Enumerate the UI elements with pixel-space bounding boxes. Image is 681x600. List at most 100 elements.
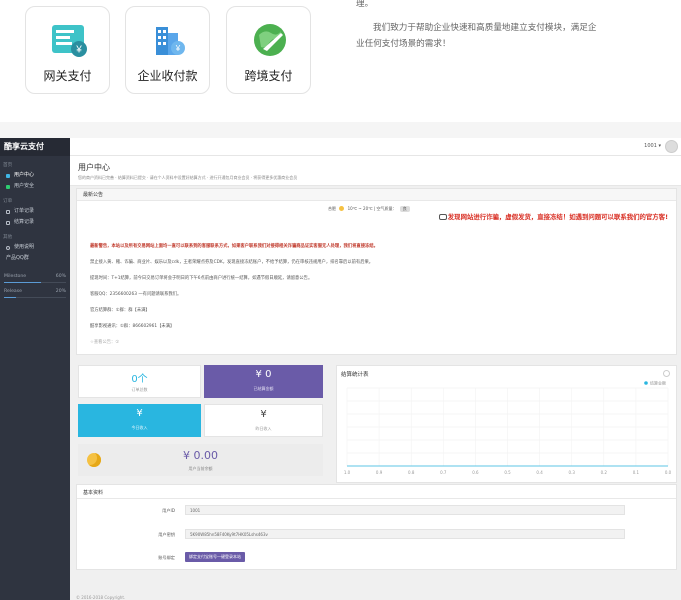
order-count-label: 订单总数: [131, 387, 148, 392]
screenshot-root: ¥ 网关支付 ¥ 企业收付款 跨境支付 理。 我们致力于帮助企业快速和高质量地建…: [0, 0, 681, 600]
sidebar-item-instructions[interactable]: 使用说明: [0, 242, 70, 253]
uid-field[interactable]: 1001: [185, 505, 625, 515]
info-icon: [6, 245, 10, 250]
chart-x-tick-label: 0.1: [633, 470, 640, 475]
profile-title: 基本资料: [83, 490, 104, 496]
air-quality-badge: 良: [399, 206, 410, 212]
settled-amount-value: ¥ 0: [255, 369, 272, 380]
sidebar-item-order-records[interactable]: 订单记录: [0, 206, 70, 217]
notice-line: 官方结算群：①群：群【未满】: [90, 308, 150, 313]
progress-bar: [4, 282, 66, 283]
notice-line: 客服QQ：2356600263 一有问题请联系我们。: [90, 292, 182, 297]
notice-line: 最新警告，本站以及所有交易网站上面均一直可以联系到的客服联系方式，如果客户联系我…: [90, 244, 378, 249]
sidebar-item-label: 使用说明: [14, 244, 35, 250]
sidebar-section-orders: 订单: [3, 199, 13, 204]
dashboard-app: 酷享云支付 首页 用户中心 用户安全 订单 订单记录 结算记录 其他 使用说明 …: [0, 138, 681, 600]
key-label: 用户密钥: [158, 532, 175, 537]
enterprise-payment-icon: ¥: [156, 27, 185, 55]
gateway-payment-card[interactable]: ¥ 网关支付: [25, 6, 110, 94]
sidebar-item-label: 用户中心: [14, 172, 35, 178]
weather-widget: 合肥 10℃ ~ 20℃ | 空气质量： 良: [328, 206, 410, 212]
uid-label: 用户ID: [162, 508, 175, 513]
notice-line: 提现时间：T+1结算，前今日交易订单将会于明日的下午6点前由商户进行统一结算，如…: [90, 276, 313, 281]
progress-label: Release: [4, 289, 22, 294]
marquee-text: 发现网站进行诈骗，虚假发货，直接冻结！如遇到问题可以联系我们的官方客!: [447, 213, 668, 221]
balance-card: ¥ 0.00 用户当前余额: [78, 444, 323, 476]
svg-text:¥: ¥: [175, 44, 181, 53]
bind-alipay-button[interactable]: 绑定支付宝账号一键登录本站: [185, 552, 245, 562]
section-gap: [0, 122, 681, 138]
yesterday-income-label: 昨日收入: [255, 426, 272, 431]
balance-value: ¥ 0.00: [183, 449, 218, 462]
notice-more-link[interactable]: ☆查看公告：①: [90, 339, 119, 345]
today-income-card: ¥ 今日收入: [78, 404, 201, 437]
cross-border-payment-card[interactable]: 跨境支付: [226, 6, 311, 94]
fraud-warning-marquee: 发现网站进行诈骗，虚假发货，直接冻结！如遇到问题可以联系我们的官方客!: [438, 212, 668, 221]
enterprise-payment-card[interactable]: ¥ 企业收付款: [125, 6, 210, 94]
chart-x-tick-label: 0.6: [472, 470, 479, 475]
today-income-label: 今日收入: [131, 425, 148, 430]
promo-text-line: 业任何支付场景的需求！: [356, 39, 451, 49]
settlement-chart-panel: 结算统计表 1.0 0.9 0.8 0.7 0.6 0.5 0.4 0.3 0.2 0.1 0.0 结…: [336, 365, 677, 483]
release-progress: Release 20%: [0, 287, 70, 298]
yesterday-income-value: ¥: [260, 409, 267, 420]
shield-icon: [6, 184, 10, 189]
chart-x-tick-label: 0.3: [569, 470, 576, 475]
order-count-card: 0个 订单总数: [78, 365, 201, 398]
user-icon: [6, 173, 10, 178]
cross-border-payment-icon: [254, 24, 286, 56]
notice-line: 酷享影视通讯：①群：866602961【未满】: [90, 324, 175, 329]
sun-icon: [339, 206, 345, 211]
promo-section: ¥ 网关支付 ¥ 企业收付款 跨境支付 理。 我们致力于帮助企业快速和高质量地建…: [0, 0, 681, 122]
sidebar-item-label: 用户安全: [14, 183, 35, 189]
sidebar-section-home: 首页: [3, 163, 13, 168]
sidebar-item-qq-group[interactable]: 产品QQ群: [0, 253, 70, 264]
bind-label: 账号绑定: [158, 555, 175, 560]
page-title: 用户中心: [78, 163, 110, 172]
chart-x-tick-label: 0.2: [601, 470, 608, 475]
progress-bar: [4, 297, 66, 298]
chart-x-tick-label: 0.8: [408, 470, 415, 475]
notice-line: 禁止接入黄、赌、诈骗、商业片、娱乐以及cdk，王者荣耀点券及CDK，发现直接冻结…: [90, 260, 374, 265]
chart-x-tick-label: 0.4: [536, 470, 543, 475]
page-subtitle: 您的商户资料已完善 · 结算资料已提交 · 请在个人资料中设置好结算方式 · 进…: [78, 175, 298, 180]
balance-label: 用户当前余额: [188, 466, 213, 471]
profile-panel: 基本资料 用户ID 1001 用户密钥 5K90W85hn58F40Ky9t7H…: [76, 484, 677, 570]
svg-text:¥: ¥: [75, 45, 82, 56]
grid-icon: [6, 220, 10, 225]
sidebar-section-other: 其他: [3, 235, 13, 240]
avatar[interactable]: [665, 140, 678, 153]
key-field[interactable]: 5K90W85hn58F40Ky9t7HK05Lshs463v: [185, 529, 625, 539]
brand-logo[interactable]: 酷享云支付: [0, 138, 70, 156]
chart-x-tick-label: 0.9: [376, 470, 383, 475]
divider: [77, 498, 676, 499]
top-navbar: 1001 ▾: [70, 138, 681, 156]
today-income-value: ¥: [136, 408, 143, 419]
chart-legend-label: 结算金额: [650, 380, 666, 386]
progress-value: 60%: [55, 274, 66, 279]
sidebar-item-label: 订单记录: [14, 208, 35, 214]
chart-legend-marker: [644, 381, 648, 385]
megaphone-icon: [438, 214, 447, 220]
progress-label: Milestone: [4, 274, 27, 279]
yesterday-income-card: ¥ 昨日收入: [204, 404, 323, 437]
order-count-value: 0个: [131, 374, 148, 385]
enterprise-payment-label: 企业收付款: [137, 69, 198, 83]
sidebar-item-user-center[interactable]: 用户中心: [0, 170, 70, 181]
progress-fill: [4, 297, 17, 298]
sidebar-item-settlement-records[interactable]: 结算记录: [0, 217, 70, 228]
footer: © 2016-2018 Copyright.: [76, 595, 126, 600]
progress-fill: [4, 282, 42, 283]
promo-text-line: 我们致力于帮助企业快速和高质量地建立支付模块，满足企: [373, 23, 597, 33]
promo-description: 理。 我们致力于帮助企业快速和高质量地建立支付模块，满足企 业任何支付场景的需求…: [356, 0, 656, 52]
sidebar-item-user-security[interactable]: 用户安全: [0, 181, 70, 192]
user-menu[interactable]: 1001 ▾: [644, 143, 661, 149]
notice-panel: 最新公告 合肥 10℃ ~ 20℃ | 空气质量： 良 发现网站进行诈骗，虚假发…: [76, 188, 677, 355]
settlement-chart: 1.0 0.9 0.8 0.7 0.6 0.5 0.4 0.3 0.2 0.1 0.0 结算金额: [344, 380, 672, 476]
sidebar: 酷享云支付 首页 用户中心 用户安全 订单 订单记录 结算记录 其他 使用说明 …: [0, 138, 70, 600]
weather-city: 合肥: [328, 206, 336, 211]
milestone-progress: Milestone 60%: [0, 272, 70, 283]
chart-x-tick-label: 1.0: [344, 470, 351, 475]
notice-title: 最新公告: [77, 189, 676, 201]
page-header: 用户中心 您的商户资料已完善 · 结算资料已提交 · 请在个人资料中设置好结算方…: [70, 156, 681, 186]
